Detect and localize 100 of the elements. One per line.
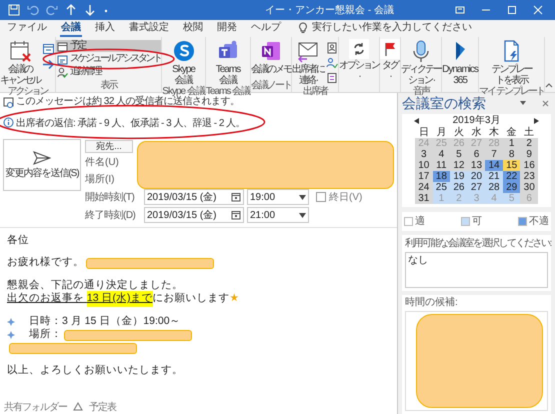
body-text: 出欠のお返事を — [7, 291, 85, 306]
ribbon-button[interactable]: Skype 会議 — [172, 39, 196, 86]
calendar-day[interactable]: 29 — [502, 182, 520, 193]
calendar-icon[interactable] — [42, 42, 55, 55]
calendar-day[interactable]: 10 — [415, 160, 433, 171]
calendar-day[interactable]: 25 — [432, 182, 450, 193]
body-text: 場所： — [29, 327, 62, 342]
calendar-day[interactable]: 28 — [485, 182, 503, 193]
field-label: 件名(U) — [85, 156, 120, 170]
calendar-day[interactable]: 7 — [485, 149, 503, 160]
calendar-day[interactable]: 16 — [520, 160, 538, 171]
ribbon-group-label: 出席者 — [303, 86, 328, 97]
ribbon-button[interactable]: 予定 — [56, 40, 162, 52]
date-field[interactable]: 2019/03/15 (金) — [144, 207, 244, 223]
calendar-day[interactable]: 1 — [502, 138, 520, 149]
send-icon — [33, 151, 51, 165]
ribbon-group-label: マイ テンプレート — [479, 86, 544, 97]
previous-month-icon[interactable] — [414, 118, 419, 124]
ribbon-tab[interactable]: 開発 — [216, 20, 238, 37]
calendar-day[interactable]: 30 — [520, 182, 538, 193]
calendar-day[interactable]: 27 — [468, 182, 486, 193]
address-book-icon[interactable] — [326, 42, 338, 54]
window-title: イー・アンカー懇親会 - 会議 — [265, 4, 394, 18]
calendar-day[interactable]: 5 — [450, 149, 468, 160]
month-label: 2019年3月 — [452, 115, 500, 126]
arrow-icon[interactable] — [42, 58, 55, 71]
calendar-day[interactable]: 20 — [468, 171, 486, 182]
time-field[interactable]: 19:00 — [247, 189, 309, 205]
calendar-day[interactable]: 12 — [450, 160, 468, 171]
person-check-icon — [57, 66, 68, 78]
ribbon-button[interactable]: タグ · — [380, 39, 400, 82]
weekday-label: 木 — [488, 127, 500, 138]
ribbon-group-label: Skype 会議 — [162, 86, 205, 97]
down-arrow-icon[interactable] — [84, 4, 96, 16]
calendar-day[interactable]: 2 — [520, 138, 538, 149]
calendar-day[interactable]: 31 — [415, 193, 433, 204]
body-text: 以上、よろしくお願いいたします。 — [7, 363, 183, 378]
ribbon-group-label: アクション — [8, 86, 48, 97]
calendar-icon[interactable] — [231, 192, 241, 202]
room-list[interactable]: なし — [405, 252, 548, 288]
pane-title: 会議室の検索 — [402, 95, 486, 112]
weekday-label: 金 — [506, 127, 518, 138]
undo-icon[interactable] — [27, 4, 39, 16]
ribbon-tab[interactable]: ファイル — [6, 20, 48, 37]
legend-swatch — [461, 217, 470, 226]
ribbon-button[interactable]: ディクテー ション · — [401, 39, 442, 86]
calendar-day[interactable]: 22 — [502, 171, 520, 182]
ribbon-button[interactable]: 会議の キャンセル — [0, 39, 40, 86]
calendar-icon — [57, 54, 68, 64]
calendar-day[interactable]: 24 — [415, 182, 433, 193]
time-field[interactable]: 21:00 — [247, 207, 309, 223]
tell-me-search[interactable]: 実行したい作業を入力してください — [312, 20, 472, 35]
up-arrow-icon[interactable] — [65, 4, 77, 16]
date-field[interactable]: 2019/03/15 (金) — [144, 189, 244, 205]
calendar-day[interactable]: 8 — [502, 149, 520, 160]
ribbon-tab[interactable]: ヘルプ — [250, 20, 282, 37]
ribbon-button[interactable]: Dynamics 365 — [442, 39, 478, 86]
calendar-day[interactable]: 6 — [468, 149, 486, 160]
calendar-day[interactable]: 23 — [520, 171, 538, 182]
redo-icon[interactable] — [46, 4, 58, 16]
calendar-day[interactable]: 11 — [432, 160, 450, 171]
ribbon-button[interactable]: Teams 会議 — [216, 39, 240, 86]
info-icon — [3, 116, 14, 128]
to-button[interactable]: 宛先... — [85, 140, 133, 152]
calendar-day[interactable]: 19 — [450, 171, 468, 182]
field-label: 開始時刻(T) — [85, 190, 136, 204]
ribbon-button[interactable]: 出席者に 連絡 · — [292, 39, 324, 86]
ribbon-tab[interactable]: 挿入 — [94, 20, 116, 37]
calendar-day[interactable]: 15 — [502, 160, 520, 171]
form-icon[interactable] — [326, 72, 338, 84]
calendar-day[interactable]: 4 — [432, 149, 450, 160]
calendar-day[interactable]: 9 — [520, 149, 538, 160]
lightbulb-icon[interactable] — [298, 22, 308, 34]
calendar-day[interactable]: 3 — [415, 149, 433, 160]
calendar-day[interactable]: 14 — [485, 160, 503, 171]
close-icon[interactable] — [542, 100, 549, 106]
save-icon[interactable] — [8, 4, 20, 16]
weekday-label: 土 — [523, 127, 536, 138]
highlighted-text: 13 日(水)まで — [86, 291, 153, 308]
legend-swatch — [518, 217, 527, 226]
message-body[interactable]: 各位 お疲れ様です。 懇親会、下記の通り決定しました。 出欠のお返事を 13 日(水)までにお願いします★ 日時：3 月 15 日（金）19:00～ 場所： 以上、よろしくお願いいたします。 — [0, 227, 397, 400]
calendar-day[interactable]: 13 — [468, 160, 486, 171]
ribbon-button[interactable]: テンプレー トを表示 — [491, 39, 532, 86]
ribbon-button[interactable]: 会議のメモ — [251, 39, 292, 75]
send-button[interactable]: 変更内容を送信(S) — [3, 139, 81, 191]
ribbon-tab[interactable]: 校閲 — [182, 20, 204, 37]
ribbon-button[interactable]: オプション · — [339, 39, 380, 82]
next-month-icon[interactable] — [534, 118, 539, 124]
ribbon-display-icon[interactable] — [455, 5, 465, 15]
ribbon-tab[interactable]: 書式設定 — [128, 20, 170, 37]
calendar-icon[interactable] — [231, 210, 241, 220]
calendar-day[interactable]: 21 — [485, 171, 503, 182]
collapse-ribbon-icon[interactable] — [545, 82, 553, 88]
calendar-day[interactable]: 17 — [415, 171, 433, 182]
calendar-day[interactable]: 26 — [450, 182, 468, 193]
person-check-icon[interactable] — [326, 57, 338, 69]
star-symbol: ★ — [230, 291, 240, 306]
calendar-day[interactable]: 18 — [432, 171, 450, 182]
all-day-checkbox[interactable]: 終日(V) — [316, 190, 362, 204]
maximize-icon[interactable] — [507, 5, 517, 15]
